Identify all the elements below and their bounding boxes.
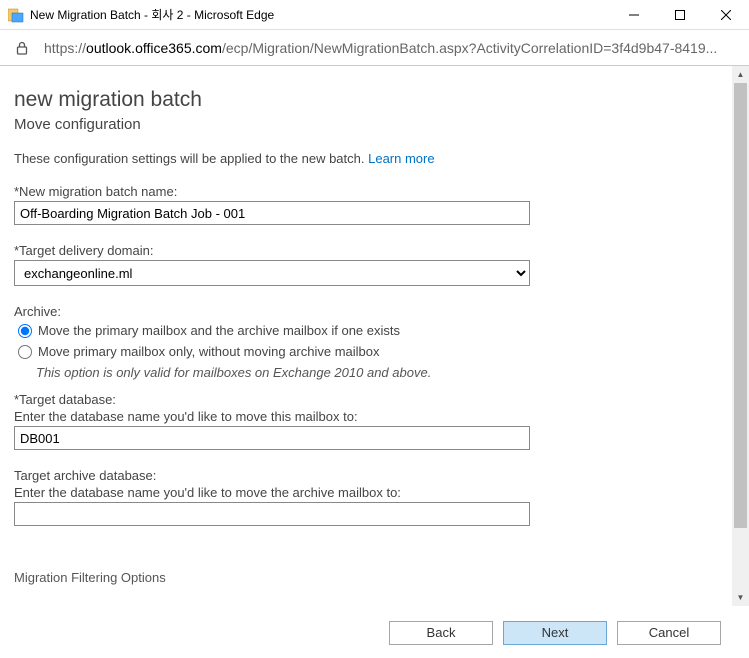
scroll-thumb[interactable] xyxy=(734,83,747,528)
batch-name-label: *New migration batch name: xyxy=(14,184,718,199)
archive-radio-primary-only[interactable] xyxy=(18,345,32,359)
target-db-label: *Target database: xyxy=(14,392,718,407)
scroll-up-arrow[interactable]: ▲ xyxy=(732,66,749,83)
batch-name-input[interactable] xyxy=(14,201,530,225)
target-db-input[interactable] xyxy=(14,426,530,450)
archive-note: This option is only valid for mailboxes … xyxy=(36,365,718,380)
learn-more-link[interactable]: Learn more xyxy=(368,151,434,166)
url-path: /ecp/Migration/NewMigrationBatch.aspx?Ac… xyxy=(222,40,717,56)
lock-icon xyxy=(14,40,30,56)
scroll-down-arrow[interactable]: ▼ xyxy=(732,589,749,606)
main-content: new migration batch Move configuration T… xyxy=(0,66,732,606)
target-archive-db-label: Target archive database: xyxy=(14,468,718,483)
archive-label: Archive: xyxy=(14,304,718,319)
scrollbar[interactable]: ▲ ▼ xyxy=(732,66,749,606)
address-bar: https://outlook.office365.com/ecp/Migrat… xyxy=(0,30,749,66)
app-icon xyxy=(8,7,24,23)
url-text[interactable]: https://outlook.office365.com/ecp/Migrat… xyxy=(44,40,741,56)
back-button[interactable]: Back xyxy=(389,621,493,645)
target-db-help: Enter the database name you'd like to mo… xyxy=(14,409,718,424)
minimize-button[interactable] xyxy=(611,0,657,30)
archive-radio-both-label: Move the primary mailbox and the archive… xyxy=(38,323,400,338)
archive-radio-primary-only-label: Move primary mailbox only, without movin… xyxy=(38,344,380,359)
target-archive-db-input[interactable] xyxy=(14,502,530,526)
target-domain-select[interactable]: exchangeonline.ml xyxy=(14,260,530,286)
url-prefix: https:// xyxy=(44,40,86,56)
window-titlebar: New Migration Batch - 회사 2 - Microsoft E… xyxy=(0,0,749,30)
page-title: new migration batch xyxy=(14,88,718,112)
cancel-button[interactable]: Cancel xyxy=(617,621,721,645)
maximize-button[interactable] xyxy=(657,0,703,30)
page-subtitle: Move configuration xyxy=(14,116,718,133)
intro-text: These configuration settings will be app… xyxy=(14,151,718,166)
wizard-footer: Back Next Cancel xyxy=(0,606,749,658)
scroll-track[interactable] xyxy=(732,83,749,589)
close-button[interactable] xyxy=(703,0,749,30)
next-button[interactable]: Next xyxy=(503,621,607,645)
cutoff-heading: Migration Filtering Options xyxy=(14,570,718,585)
intro-text-body: These configuration settings will be app… xyxy=(14,151,368,166)
target-domain-label: *Target delivery domain: xyxy=(14,243,718,258)
url-host: outlook.office365.com xyxy=(86,40,222,56)
target-archive-db-help: Enter the database name you'd like to mo… xyxy=(14,485,718,500)
window-title: New Migration Batch - 회사 2 - Microsoft E… xyxy=(30,6,611,23)
archive-radio-both[interactable] xyxy=(18,324,32,338)
